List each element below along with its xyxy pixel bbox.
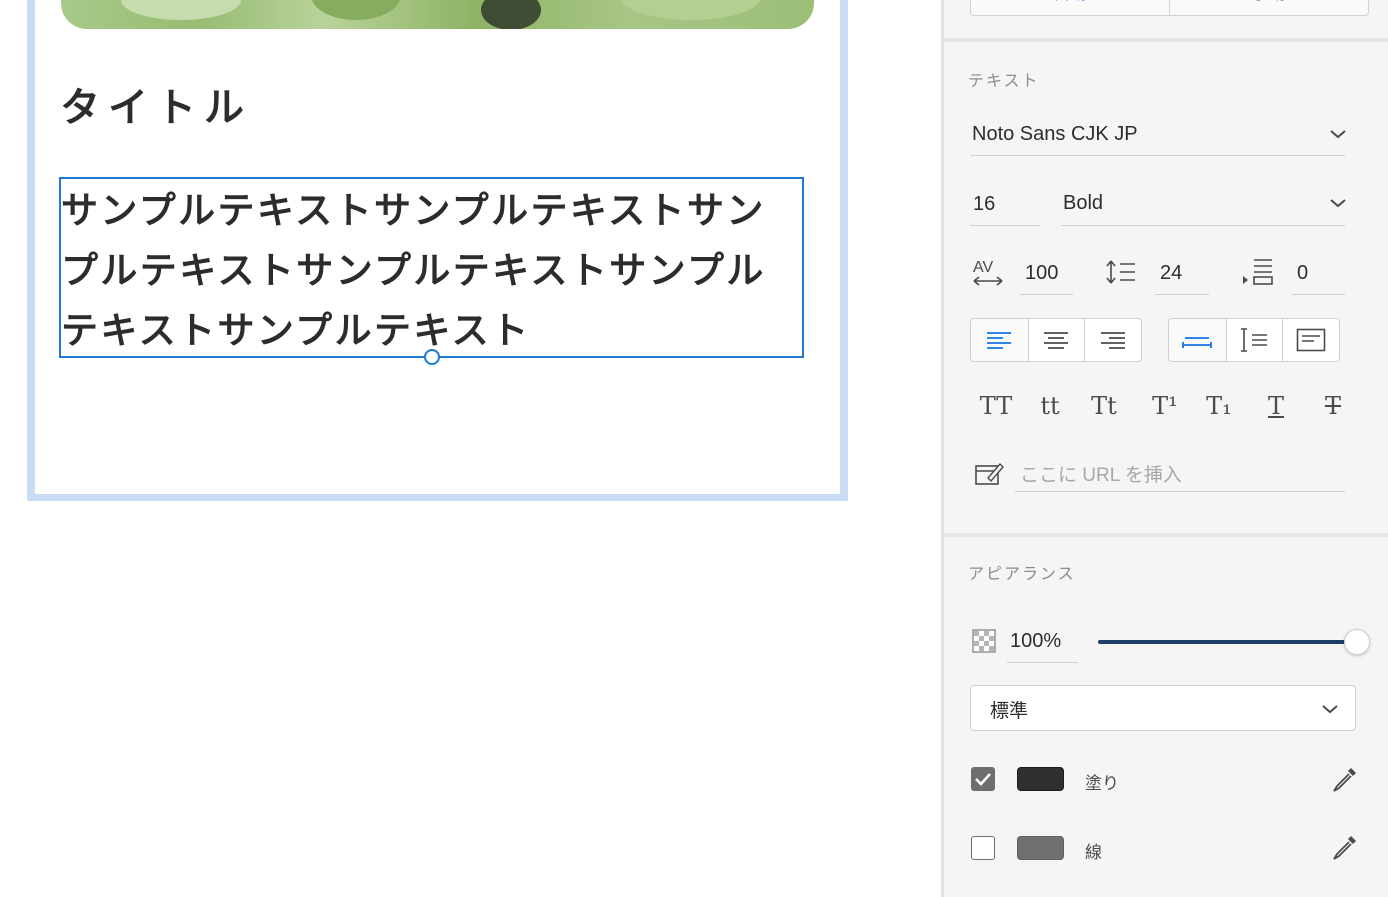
sizing-mode-toggle[interactable]: 自動 手動	[970, 0, 1369, 16]
url-input-placeholder: ここに URL を挿入	[1020, 465, 1182, 486]
character-spacing-value: 100	[1025, 262, 1059, 284]
chevron-down-icon	[1330, 130, 1346, 139]
fill-checkbox[interactable]	[971, 767, 995, 791]
opacity-slider-thumb[interactable]	[1344, 629, 1370, 655]
chevron-down-icon	[1330, 199, 1346, 208]
align-center-button[interactable]	[1027, 319, 1085, 361]
opacity-value: 100%	[1010, 630, 1062, 652]
appearance-section-label: アピアランス	[968, 566, 1076, 583]
checkmark-icon	[975, 773, 991, 786]
font-size-field[interactable]: 16	[970, 184, 1040, 226]
fixed-size-button[interactable]	[1282, 319, 1339, 361]
line-spacing-value: 24	[1160, 262, 1183, 284]
fill-color-swatch[interactable]	[1017, 767, 1064, 791]
align-right-icon	[1101, 332, 1126, 349]
character-spacing-icon: AV	[973, 259, 1003, 286]
align-center-icon	[1044, 332, 1069, 349]
auto-width-button[interactable]	[1169, 319, 1226, 361]
font-family-dropdown[interactable]: Noto Sans CJK JP	[970, 114, 1346, 156]
paragraph-spacing-value: 0	[1297, 262, 1309, 284]
opacity-checker-icon	[972, 629, 996, 653]
eyedropper-icon[interactable]	[1329, 833, 1359, 863]
stroke-label: 線	[1085, 843, 1102, 862]
lowercase-button[interactable]: tt	[1028, 392, 1072, 420]
auto-width-icon	[1182, 337, 1213, 348]
underline-button[interactable]: T	[1254, 392, 1298, 420]
stroke-checkbox[interactable]	[971, 836, 995, 860]
properties-panel: 自動 手動 テキスト Noto Sans CJK JP 16 Bold AV 1…	[941, 0, 1388, 897]
opacity-field[interactable]: 100%	[1007, 621, 1078, 663]
paragraph-spacing-field[interactable]: 0	[1292, 253, 1345, 295]
chevron-down-icon	[1322, 705, 1338, 714]
manual-mode-label: 手動	[1170, 0, 1368, 4]
blend-mode-value: 標準	[990, 701, 1029, 722]
auto-mode-button[interactable]: 自動	[971, 0, 1169, 15]
body-text[interactable]: サンプルテキストサンプルテキストサンプルテキストサンプルテキストサンプルテキスト…	[61, 181, 802, 361]
design-canvas[interactable]: タイトル サンプルテキストサンプルテキストサンプルテキストサンプルテキストサンプ…	[0, 0, 941, 897]
hyperlink-icon	[975, 462, 1004, 485]
align-left-icon	[987, 332, 1012, 349]
font-family-value: Noto Sans CJK JP	[972, 123, 1138, 145]
character-spacing-field[interactable]: 100	[1020, 253, 1073, 295]
url-input[interactable]: ここに URL を挿入	[1015, 452, 1345, 492]
eyedropper-icon[interactable]	[1329, 765, 1359, 795]
superscript-button[interactable]: T¹	[1143, 392, 1187, 420]
font-size-value: 16	[973, 193, 996, 215]
hero-image[interactable]	[61, 0, 814, 29]
manual-mode-button[interactable]: 手動	[1169, 0, 1368, 15]
auto-height-icon	[1241, 328, 1268, 352]
selected-text-box[interactable]: サンプルテキストサンプルテキストサンプルテキストサンプルテキストサンプルテキスト…	[59, 177, 804, 365]
text-box-resize-handle[interactable]	[424, 349, 440, 365]
auto-height-button[interactable]	[1225, 319, 1283, 361]
auto-mode-label: 自動	[971, 0, 1169, 4]
font-weight-value: Bold	[1063, 192, 1104, 214]
align-left-button[interactable]	[971, 319, 1028, 361]
paragraph-spacing-icon	[1243, 259, 1273, 285]
font-weight-dropdown[interactable]: Bold	[1061, 184, 1346, 226]
text-section-label: テキスト	[968, 73, 1040, 90]
titlecase-button[interactable]: Tt	[1082, 392, 1126, 420]
section-divider	[944, 38, 1388, 42]
opacity-slider-track[interactable]	[1098, 640, 1352, 644]
fill-label: 塗り	[1085, 774, 1119, 793]
artboard[interactable]: タイトル サンプルテキストサンプルテキストサンプルテキストサンプルテキストサンプ…	[35, 0, 840, 494]
align-right-button[interactable]	[1084, 319, 1141, 361]
strikethrough-button[interactable]: T	[1311, 392, 1355, 420]
line-spacing-icon	[1106, 260, 1135, 284]
stroke-color-swatch[interactable]	[1017, 836, 1064, 860]
svg-text:AV: AV	[973, 259, 993, 276]
section-divider	[944, 533, 1388, 537]
page-title[interactable]: タイトル	[60, 75, 252, 133]
uppercase-button[interactable]: TT	[974, 392, 1018, 420]
text-align-group[interactable]	[970, 318, 1142, 362]
line-spacing-field[interactable]: 24	[1155, 253, 1209, 295]
fixed-size-icon	[1296, 328, 1326, 352]
blend-mode-select[interactable]: 標準	[970, 685, 1356, 731]
subscript-button[interactable]: T₁	[1197, 392, 1241, 420]
text-box-type-group[interactable]	[1168, 318, 1340, 362]
